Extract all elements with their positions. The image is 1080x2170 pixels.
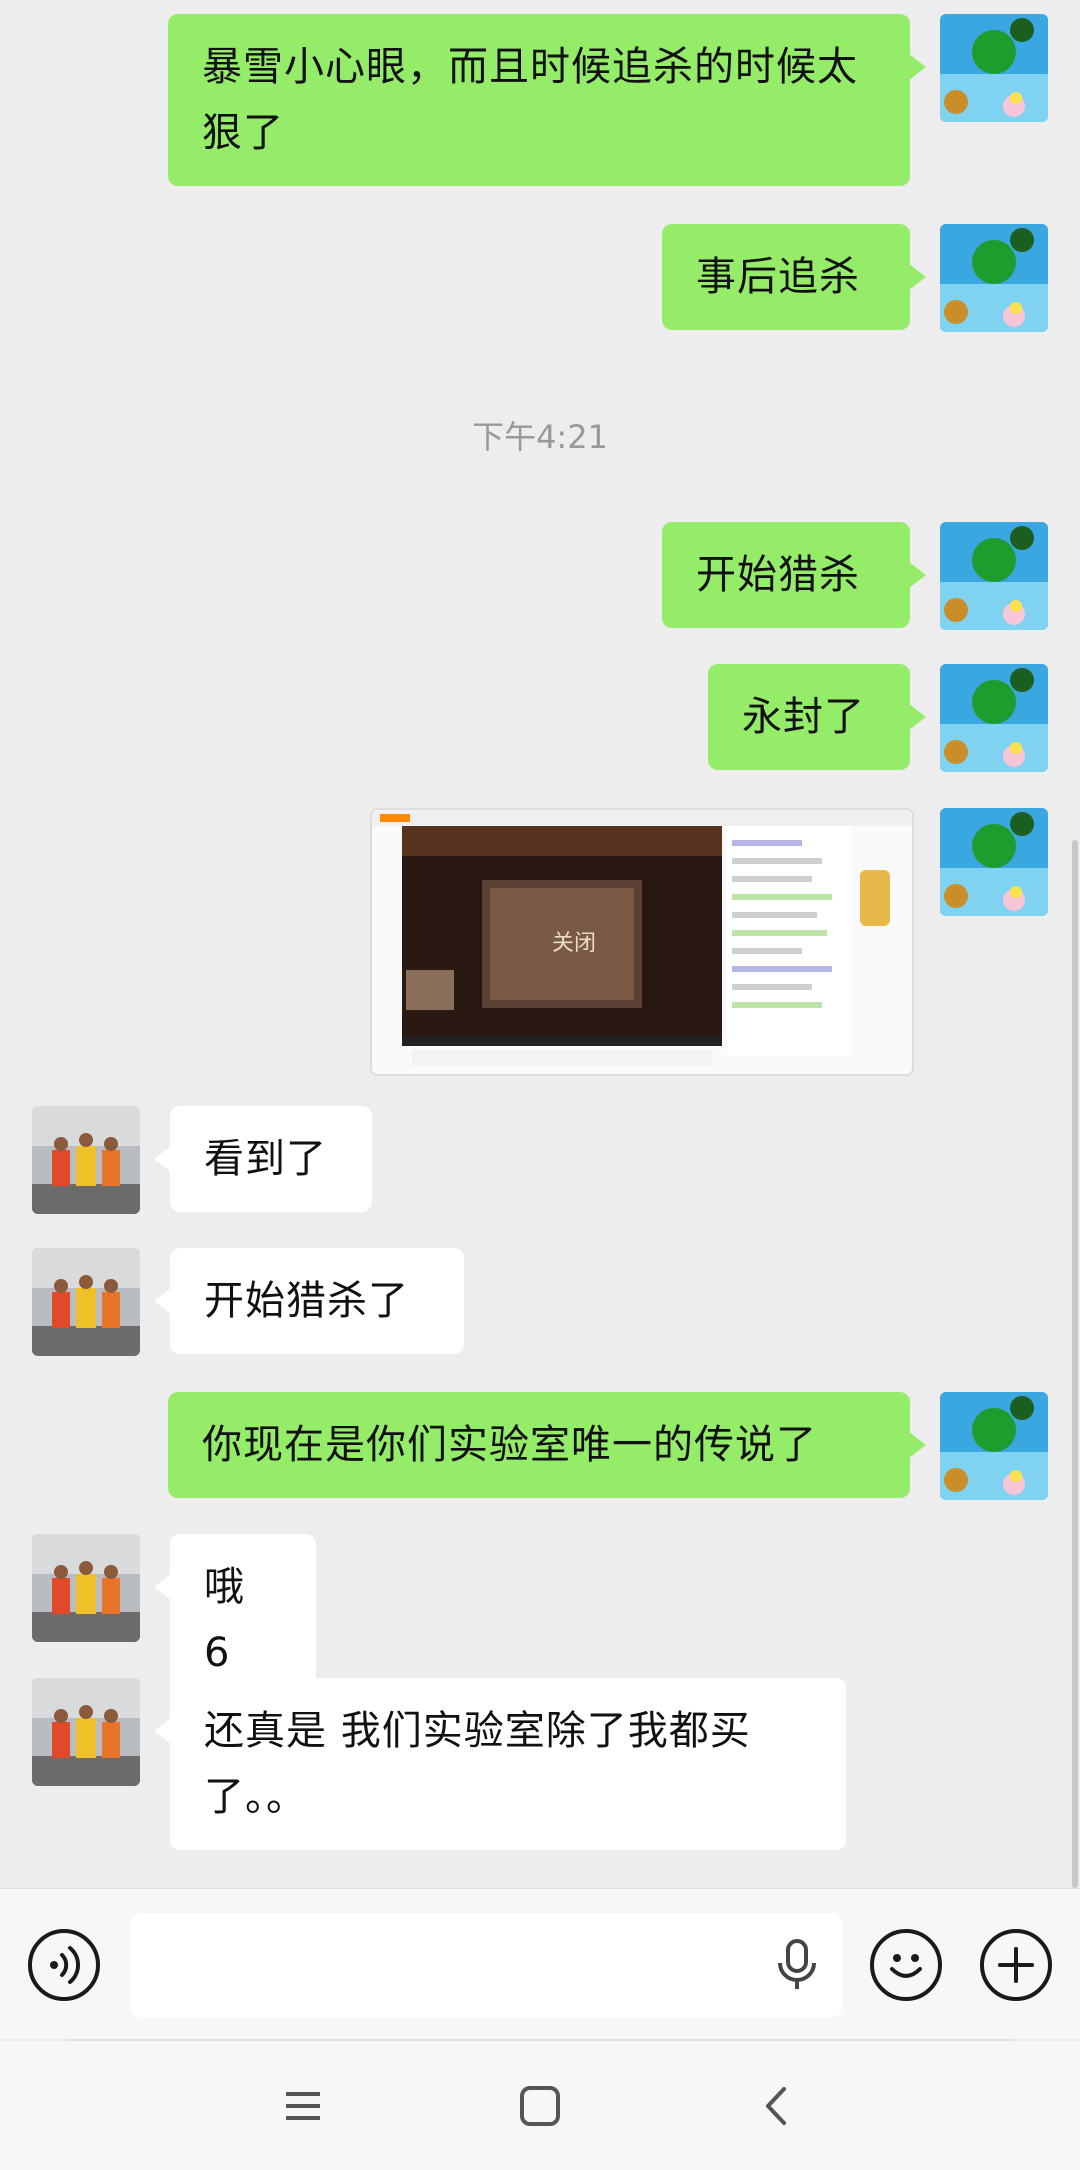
my-avatar[interactable]	[940, 1392, 1048, 1500]
my-avatar[interactable]	[940, 14, 1048, 122]
system-navigation-bar	[0, 2041, 1080, 2170]
stream-screenshot-image: 关闭	[372, 810, 912, 1074]
emoji-icon	[890, 1954, 922, 1978]
message-input[interactable]	[130, 1913, 842, 2017]
image-message[interactable]: 关闭	[370, 808, 914, 1076]
voice-mode-icon	[50, 1946, 81, 1984]
chat-scrollbar[interactable]	[1072, 840, 1078, 1888]
contact-avatar[interactable]	[32, 1106, 140, 1214]
plus-icon	[998, 1947, 1034, 1983]
my-avatar[interactable]	[940, 664, 1048, 772]
message-bubble-sent[interactable]: 事后追杀	[662, 224, 926, 330]
menu-icon[interactable]	[278, 2081, 328, 2131]
more-functions-button[interactable]	[980, 1929, 1052, 2001]
message-timestamp: 下午4:21	[472, 418, 608, 456]
contact-avatar[interactable]	[32, 1678, 140, 1786]
emoji-button[interactable]	[870, 1929, 942, 2001]
my-avatar[interactable]	[940, 522, 1048, 630]
chat-screen: 暴雪小心眼，而且时候追杀的时候太狠了 事后追杀 下午4:21 开始猎杀 永封了 …	[0, 0, 1080, 2170]
message-bubble-sent[interactable]: 永封了	[708, 664, 926, 770]
my-avatar[interactable]	[940, 224, 1048, 332]
message-bubble-received[interactable]: 看到了	[154, 1106, 372, 1212]
message-bubble-sent[interactable]: 开始猎杀	[662, 522, 926, 628]
home-icon[interactable]	[515, 2081, 565, 2131]
contact-avatar[interactable]	[32, 1534, 140, 1642]
message-bubble-received[interactable]: 还真是 我们实验室除了我都买了。。	[154, 1678, 846, 1850]
chat-message-list[interactable]: 暴雪小心眼，而且时候追杀的时候太狠了 事后追杀 下午4:21 开始猎杀 永封了 …	[0, 0, 1080, 1888]
message-bubble-sent[interactable]: 暴雪小心眼，而且时候追杀的时候太狠了	[168, 14, 926, 186]
back-icon[interactable]	[752, 2081, 802, 2131]
my-avatar[interactable]	[940, 808, 1048, 916]
message-input-bar	[0, 1888, 1080, 2039]
microphone-icon[interactable]	[774, 1939, 820, 1991]
message-bubble-received[interactable]: 开始猎杀了	[154, 1248, 464, 1354]
image-caption: 关闭	[552, 931, 596, 956]
contact-avatar[interactable]	[32, 1248, 140, 1356]
voice-mode-button[interactable]	[28, 1929, 100, 2001]
message-bubble-sent[interactable]: 你现在是你们实验室唯一的传说了	[168, 1392, 926, 1498]
